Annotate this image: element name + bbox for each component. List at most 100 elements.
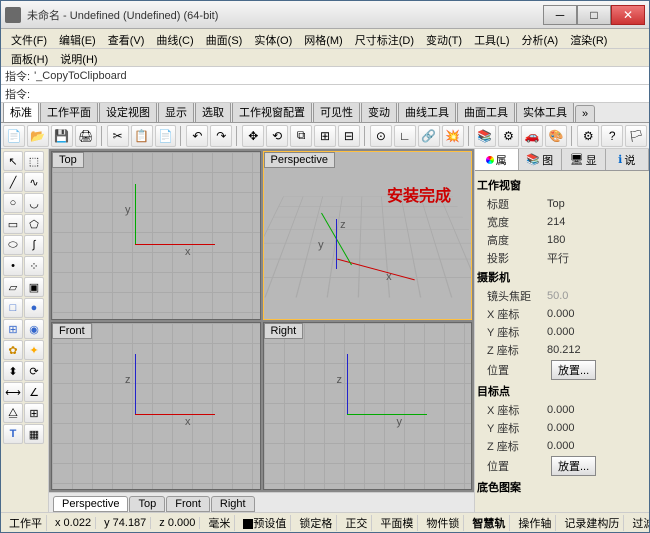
polyline-icon[interactable]: ∿	[24, 172, 44, 192]
copy-obj-icon[interactable]: ⧉	[290, 125, 312, 147]
undo-icon[interactable]: ↶	[186, 125, 208, 147]
star-icon[interactable]: ✦	[24, 340, 44, 360]
ellipse-icon[interactable]: ⬭	[3, 235, 23, 255]
extrude-icon[interactable]: ⬍	[3, 361, 23, 381]
status-history[interactable]: 记录建构历	[560, 515, 624, 531]
status-smarttrack[interactable]: 智慧轨	[468, 515, 510, 531]
tab-surface-tools[interactable]: 曲面工具	[457, 103, 515, 122]
paste-icon[interactable]: 📄	[155, 125, 177, 147]
rotate-icon[interactable]: ⟲	[266, 125, 288, 147]
rptab-properties[interactable]: 属	[475, 149, 519, 170]
rptab-help[interactable]: ℹ说	[606, 149, 650, 170]
open-icon[interactable]: 📂	[27, 125, 49, 147]
properties-icon[interactable]: ⚙	[498, 125, 520, 147]
tab-transform[interactable]: 变动	[361, 103, 397, 122]
viewport-right[interactable]: Right yz	[263, 322, 473, 491]
sphere-icon[interactable]: ●	[24, 298, 44, 318]
menu-help[interactable]: 说明(H)	[54, 50, 103, 65]
status-gumball[interactable]: 操作轴	[514, 515, 556, 531]
tab-select[interactable]: 选取	[195, 103, 231, 122]
vptab-right[interactable]: Right	[211, 496, 255, 512]
vptab-top[interactable]: Top	[129, 496, 165, 512]
status-osnap[interactable]: 物件锁	[422, 515, 464, 531]
rptab-layers[interactable]: 📚图	[519, 149, 563, 170]
place-camera-button[interactable]: 放置...	[551, 360, 596, 380]
flag-icon[interactable]: 🏳	[625, 125, 647, 147]
copy-icon[interactable]: 📋	[131, 125, 153, 147]
status-planar[interactable]: 平面模	[376, 515, 418, 531]
tab-standard[interactable]: 标准	[3, 103, 39, 122]
command-input[interactable]	[34, 87, 645, 101]
print-icon[interactable]: 🖨	[75, 125, 97, 147]
tab-display[interactable]: 显示	[158, 103, 194, 122]
solid-icon[interactable]: ▣	[24, 277, 44, 297]
surface-icon[interactable]: ▱	[3, 277, 23, 297]
menu-panels[interactable]: 面板(H)	[5, 50, 54, 65]
cut-icon[interactable]: ✂	[107, 125, 129, 147]
text-icon[interactable]: T	[3, 424, 23, 444]
box-icon[interactable]: □	[3, 298, 23, 318]
render-icon[interactable]: 🎨	[545, 125, 567, 147]
menu-view[interactable]: 查看(V)	[102, 31, 151, 46]
array-icon[interactable]: ⊞	[24, 403, 44, 423]
rect-icon[interactable]: ▭	[3, 214, 23, 234]
move-icon[interactable]: ✥	[242, 125, 264, 147]
menu-file[interactable]: 文件(F)	[5, 31, 53, 46]
car-icon[interactable]: 🚗	[521, 125, 543, 147]
menu-surface[interactable]: 曲面(S)	[200, 31, 249, 46]
mirror-icon[interactable]: ⧋	[3, 403, 23, 423]
maximize-button[interactable]: □	[577, 5, 611, 25]
help-icon[interactable]: ?	[601, 125, 623, 147]
vptab-perspective[interactable]: Perspective	[53, 496, 128, 512]
pointer-icon[interactable]: ↖	[3, 151, 23, 171]
snap-icon[interactable]: ⊙	[370, 125, 392, 147]
viewport-perspective[interactable]: Perspective xyz 安装完成	[263, 151, 473, 320]
ungroup-icon[interactable]: ⊟	[338, 125, 360, 147]
arc-icon[interactable]: ◡	[24, 193, 44, 213]
tab-solid-tools[interactable]: 实体工具	[516, 103, 574, 122]
point-icon[interactable]: •	[3, 256, 23, 276]
vptab-front[interactable]: Front	[166, 496, 210, 512]
points-icon[interactable]: ⁘	[24, 256, 44, 276]
group-icon[interactable]: ⊞	[314, 125, 336, 147]
new-icon[interactable]: 📄	[3, 125, 25, 147]
explode-icon[interactable]: 💥	[442, 125, 464, 147]
angle-icon[interactable]: ∠	[24, 382, 44, 402]
status-ortho[interactable]: 正交	[341, 515, 372, 531]
place-target-button[interactable]: 放置...	[551, 456, 596, 476]
lasso-icon[interactable]: ⬚	[24, 151, 44, 171]
tab-visibility[interactable]: 可见性	[313, 103, 360, 122]
circle-icon[interactable]: ○	[3, 193, 23, 213]
menu-edit[interactable]: 编辑(E)	[53, 31, 102, 46]
menu-curve[interactable]: 曲线(C)	[150, 31, 199, 46]
menu-render[interactable]: 渲染(R)	[564, 31, 613, 46]
dim-icon[interactable]: ⟷	[3, 382, 23, 402]
curve-icon[interactable]: ∫	[24, 235, 44, 255]
rptab-display[interactable]: 🖥显	[562, 149, 606, 170]
menu-tools[interactable]: 工具(L)	[468, 31, 515, 46]
menu-analyze[interactable]: 分析(A)	[516, 31, 565, 46]
mesh-icon[interactable]: ⊞	[3, 319, 23, 339]
status-filter[interactable]: 过滤	[628, 515, 649, 531]
tab-viewport-layout[interactable]: 工作视窗配置	[232, 103, 312, 122]
save-icon[interactable]: 💾	[51, 125, 73, 147]
menu-transform[interactable]: 变动(T)	[420, 31, 468, 46]
menu-dimension[interactable]: 尺寸标注(D)	[349, 31, 420, 46]
polygon-icon[interactable]: ⬠	[24, 214, 44, 234]
close-button[interactable]: ✕	[611, 5, 645, 25]
tab-setview[interactable]: 设定视图	[99, 103, 157, 122]
viewport-top[interactable]: Top xy	[51, 151, 261, 320]
status-gridsnap[interactable]: 锁定格	[295, 515, 337, 531]
tab-overflow[interactable]: »	[575, 105, 595, 122]
redo-icon[interactable]: ↷	[210, 125, 232, 147]
tab-curve-tools[interactable]: 曲线工具	[398, 103, 456, 122]
hatch-icon[interactable]: ▦	[24, 424, 44, 444]
status-cplane[interactable]: 工作平	[5, 515, 47, 531]
join-icon[interactable]: 🔗	[418, 125, 440, 147]
viewport-front[interactable]: Front xz	[51, 322, 261, 491]
revolve-icon[interactable]: ⟳	[24, 361, 44, 381]
minimize-button[interactable]: ─	[543, 5, 577, 25]
ortho-icon[interactable]: ∟	[394, 125, 416, 147]
menu-mesh[interactable]: 网格(M)	[298, 31, 349, 46]
plugin-icon[interactable]: ✿	[3, 340, 23, 360]
